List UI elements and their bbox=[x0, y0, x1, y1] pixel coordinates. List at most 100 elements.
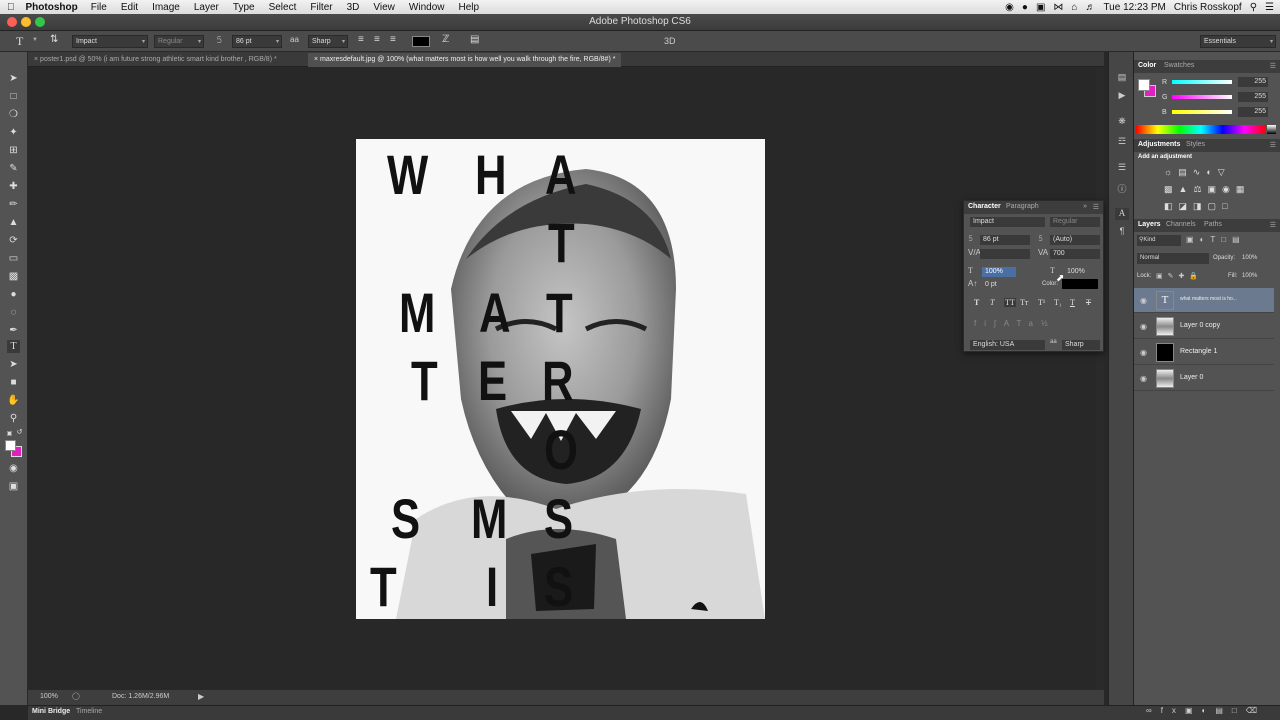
char-antialias-select[interactable]: Sharp bbox=[1062, 340, 1100, 350]
actions-panel-icon[interactable]: ▶ bbox=[1115, 90, 1129, 102]
char-language-select[interactable]: English: USA bbox=[970, 340, 1045, 350]
wifi-icon[interactable]: ⌂ bbox=[1071, 2, 1077, 13]
lock-position-icon[interactable]: ✚ bbox=[1179, 273, 1190, 280]
char-kerning-field[interactable] bbox=[980, 249, 1030, 259]
new-group-icon[interactable]: ▤ bbox=[1215, 706, 1232, 715]
opacity-value[interactable]: 100% bbox=[1242, 255, 1257, 261]
quick-select-tool-icon[interactable]: ✦ bbox=[7, 126, 20, 139]
apple-icon[interactable]:  bbox=[0, 2, 22, 13]
blue-value[interactable]: 255 bbox=[1238, 107, 1268, 117]
layer-name[interactable]: Layer 0 bbox=[1180, 374, 1203, 381]
tab-timeline[interactable]: Timeline bbox=[76, 708, 102, 715]
marquee-tool-icon[interactable]: □ bbox=[7, 90, 20, 103]
char-tracking-field[interactable]: 700 bbox=[1050, 249, 1100, 259]
faux-bold-icon[interactable]: T bbox=[974, 298, 979, 307]
volume-icon[interactable]: ♬ bbox=[1085, 2, 1095, 13]
link-layers-icon[interactable]: ∞ bbox=[1146, 706, 1161, 715]
foreground-color-swatch[interactable] bbox=[5, 440, 16, 451]
tab-maxresdefault[interactable]: × maxresdefault.jpg @ 100% (what matters… bbox=[308, 53, 622, 67]
clone-source-icon[interactable]: ☲ bbox=[1115, 136, 1129, 148]
menu-app-name[interactable]: Photoshop bbox=[22, 2, 84, 13]
fill-value[interactable]: 100% bbox=[1242, 273, 1257, 279]
align-right-icon[interactable]: ≡ bbox=[390, 34, 396, 45]
menu-filter[interactable]: Filter bbox=[303, 2, 339, 13]
posterize-adjust-icon[interactable]: ◪ bbox=[1179, 201, 1194, 211]
tab-swatches[interactable]: Swatches bbox=[1164, 62, 1194, 69]
menu-select[interactable]: Select bbox=[262, 2, 304, 13]
hue-saturation-adjust-icon[interactable]: ▲ bbox=[1179, 184, 1194, 194]
creative-cloud-icon[interactable]: ◉ bbox=[1005, 2, 1014, 13]
menu-image[interactable]: Image bbox=[145, 2, 187, 13]
notification-center-icon[interactable]: ☰ bbox=[1265, 2, 1274, 13]
delete-layer-icon[interactable]: ⌫ bbox=[1246, 706, 1266, 715]
character-panel-icon[interactable]: A bbox=[1115, 208, 1129, 220]
panel-menu-icon[interactable]: ☰ bbox=[1270, 221, 1276, 229]
layer-filter-kind-select[interactable]: ⚲Kind bbox=[1137, 235, 1181, 246]
pen-tool-icon[interactable]: ✒ bbox=[7, 324, 20, 337]
paragraph-panel-icon[interactable]: ¶ bbox=[1115, 226, 1129, 238]
green-slider[interactable] bbox=[1172, 95, 1232, 99]
type-filter-icon[interactable]: T bbox=[1210, 235, 1221, 244]
brightness-adjust-icon[interactable]: ☼ bbox=[1164, 167, 1178, 177]
black-white-adjust-icon[interactable]: ▣ bbox=[1208, 184, 1223, 194]
menu-window[interactable]: Window bbox=[402, 2, 452, 13]
color-black-white[interactable] bbox=[1267, 125, 1276, 134]
collapse-panel-icon[interactable]: » bbox=[1083, 203, 1087, 210]
photo-filter-adjust-icon[interactable]: ◉ bbox=[1222, 184, 1236, 194]
new-layer-icon[interactable]: □ bbox=[1232, 706, 1246, 715]
menu-view[interactable]: View bbox=[366, 2, 402, 13]
tab-layers[interactable]: Layers bbox=[1138, 221, 1161, 228]
type-tool-icon[interactable]: T bbox=[7, 340, 20, 353]
bluetooth-icon[interactable]: ⋈ bbox=[1053, 2, 1063, 13]
menu-edit[interactable]: Edit bbox=[114, 2, 145, 13]
dodge-tool-icon[interactable]: ◌ bbox=[7, 306, 20, 319]
eye-icon[interactable]: ◉ bbox=[1140, 322, 1147, 331]
color-spectrum[interactable] bbox=[1136, 125, 1266, 134]
char-baseline-shift-field[interactable]: 0 pt bbox=[982, 280, 1016, 290]
user-name[interactable]: Chris Rosskopf bbox=[1174, 2, 1242, 13]
layer-style-icon[interactable]: fx bbox=[1161, 706, 1185, 715]
hand-tool-icon[interactable]: ✋ bbox=[7, 394, 20, 407]
shape-filter-icon[interactable]: □ bbox=[1221, 235, 1232, 244]
blur-tool-icon[interactable]: ● bbox=[7, 288, 20, 301]
gradient-tool-icon[interactable]: ▩ bbox=[7, 270, 20, 283]
tab-poster1[interactable]: × poster1.psd @ 50% (i am future strong … bbox=[28, 53, 283, 67]
swap-colors-icon[interactable]: ↺ bbox=[13, 426, 26, 439]
status-info-icon[interactable]: ◯ bbox=[72, 692, 80, 700]
all-caps-icon[interactable]: TT bbox=[1004, 298, 1016, 307]
antialias-select[interactable]: Sharp ▾ bbox=[308, 35, 348, 48]
crop-tool-icon[interactable]: ⊞ bbox=[7, 144, 20, 157]
layer-row-layer0-copy[interactable]: ◉ Layer 0 copy bbox=[1134, 314, 1274, 339]
brush-presets-icon[interactable]: ❋ bbox=[1115, 116, 1129, 128]
font-size-select[interactable]: 86 pt ▾ bbox=[232, 35, 282, 48]
color-balance-adjust-icon[interactable]: ⚖ bbox=[1193, 184, 1207, 194]
panel-menu-icon[interactable]: ☰ bbox=[1093, 203, 1099, 211]
canvas-area[interactable]: W H A T M A T T E R O S M S T I S bbox=[28, 67, 1104, 690]
threshold-adjust-icon[interactable]: ◨ bbox=[1193, 201, 1208, 211]
orientation-toggle-icon[interactable]: ⇅ bbox=[50, 34, 58, 45]
blend-mode-select[interactable]: Normal bbox=[1137, 253, 1209, 264]
fraction-icon[interactable]: ½ bbox=[1041, 319, 1056, 328]
tab-mini-bridge[interactable]: Mini Bridge bbox=[32, 708, 70, 715]
eraser-tool-icon[interactable]: ▭ bbox=[7, 252, 20, 265]
type-tool-icon[interactable]: T bbox=[16, 34, 23, 49]
healing-brush-tool-icon[interactable]: ✚ bbox=[7, 180, 20, 193]
titling-icon[interactable]: T bbox=[1017, 319, 1029, 328]
char-vertical-scale-field[interactable]: 100% bbox=[982, 267, 1016, 277]
lasso-tool-icon[interactable]: ❍ bbox=[7, 108, 20, 121]
character-panel-toggle-icon[interactable]: ▤ bbox=[470, 34, 479, 45]
red-slider[interactable] bbox=[1172, 80, 1232, 84]
align-center-icon[interactable]: ≡ bbox=[374, 34, 380, 45]
quick-mask-icon[interactable]: ◉ bbox=[7, 462, 20, 475]
layer-name[interactable]: what matters most is ho... bbox=[1180, 296, 1237, 302]
screen-mode-icon[interactable]: ▣ bbox=[7, 480, 20, 493]
history-panel-icon[interactable]: ▤ bbox=[1115, 72, 1129, 84]
tab-adjustments[interactable]: Adjustments bbox=[1138, 141, 1180, 148]
layer-row-text[interactable]: ◉ T what matters most is ho... bbox=[1134, 288, 1274, 313]
path-selection-tool-icon[interactable]: ➤ bbox=[7, 358, 20, 371]
menu-layer[interactable]: Layer bbox=[187, 2, 226, 13]
smart-object-filter-icon[interactable]: ▤ bbox=[1232, 235, 1246, 244]
brush-tool-icon[interactable]: ✏ bbox=[7, 198, 20, 211]
swash-icon[interactable]: ʃ bbox=[994, 319, 1004, 328]
record-icon[interactable]: ● bbox=[1022, 2, 1028, 13]
